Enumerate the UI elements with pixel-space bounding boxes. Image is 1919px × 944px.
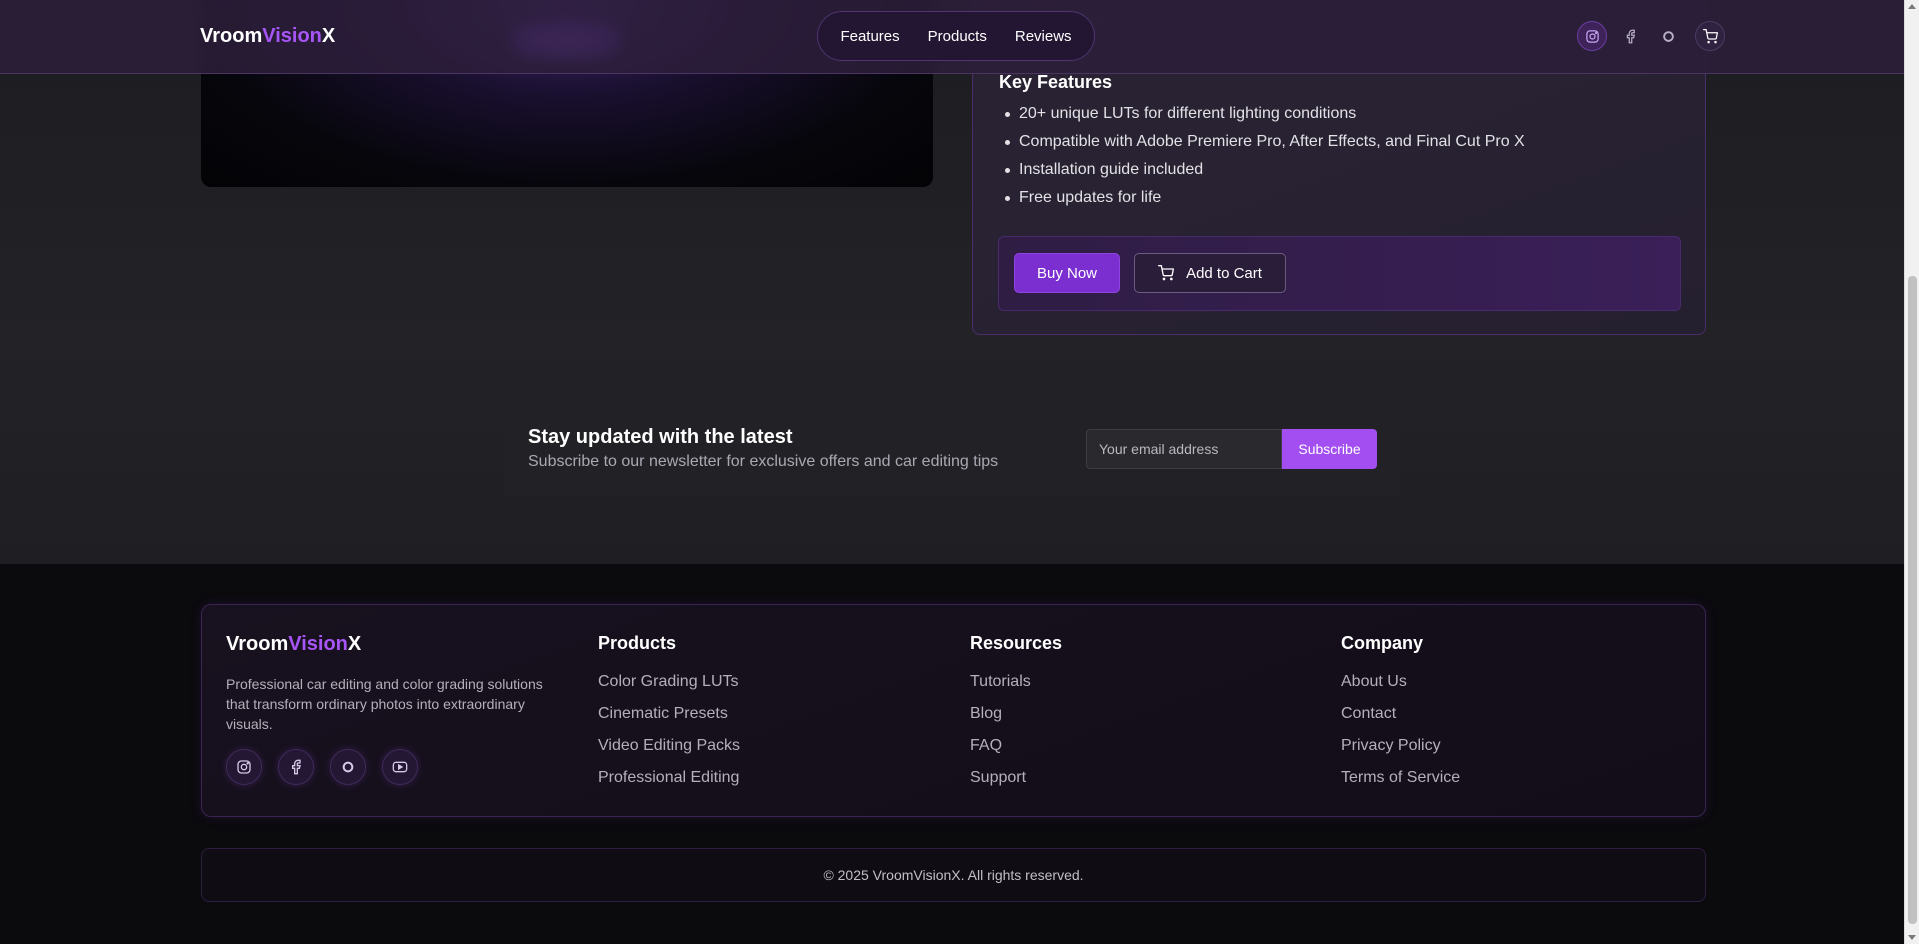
copyright-text: © 2025 VroomVisionX. All rights reserved… [823, 867, 1084, 883]
newsletter-section: Stay updated with the latest Subscribe t… [504, 400, 1400, 497]
footer-description: Professional car editing and color gradi… [226, 676, 543, 732]
footer-logo[interactable]: VroomVisionX [226, 633, 361, 656]
buy-now-button[interactable]: Buy Now [1014, 253, 1120, 293]
email-input[interactable] [1086, 429, 1282, 469]
footer-social-links [226, 749, 418, 785]
footer-link[interactable]: Cinematic Presets [598, 704, 740, 736]
youtube-icon[interactable] [382, 749, 418, 785]
key-features-list: 20+ unique LUTs for different lighting c… [999, 104, 1525, 216]
facebook-icon[interactable] [278, 749, 314, 785]
feature-item: Compatible with Adobe Premiere Pro, Afte… [999, 132, 1525, 160]
scroll-up-arrow-icon[interactable] [1908, 4, 1916, 9]
footer-column-title: Products [598, 633, 677, 653]
footer-link[interactable]: Privacy Policy [1341, 736, 1460, 768]
logo-part-x: X [321, 25, 336, 47]
newsletter-subtitle: Subscribe to our newsletter for exclusiv… [528, 453, 999, 470]
feature-item: Installation guide included [999, 160, 1525, 188]
site-logo[interactable]: VroomVisionX [200, 25, 335, 48]
footer-column-title: Resources [970, 633, 1063, 653]
footer-logo-part-vision: Vision [288, 633, 348, 655]
logo-part-vroom: Vroom [200, 25, 263, 47]
header-cart-icon[interactable] [1695, 21, 1725, 51]
footer-link[interactable]: FAQ [970, 736, 1062, 768]
subscribe-button[interactable]: Subscribe [1282, 429, 1377, 469]
header-actions [1577, 21, 1725, 51]
add-to-cart-label: Add to Cart [1186, 264, 1262, 282]
footer-link[interactable]: Professional Editing [598, 768, 740, 800]
site-header: VroomVisionX Features Products Reviews [0, 0, 1904, 74]
purchase-actions: Buy Now Add to Cart [998, 236, 1681, 311]
footer-link[interactable]: About Us [1341, 672, 1460, 704]
footer-column-title: Company [1341, 633, 1424, 653]
footer-column-products: Products Color Grading LUTs Cinematic Pr… [598, 633, 740, 800]
footer-link[interactable]: Contact [1341, 704, 1460, 736]
footer-link[interactable]: Support [970, 768, 1062, 800]
footer-logo-part-x: X [347, 633, 362, 655]
nav-features[interactable]: Features [840, 28, 899, 45]
threads-icon[interactable] [330, 749, 366, 785]
footer-column-company: Company About Us Contact Privacy Policy … [1341, 633, 1460, 800]
newsletter-title: Stay updated with the latest [528, 426, 793, 448]
vertical-scrollbar[interactable] [1904, 0, 1919, 944]
site-footer: VroomVisionX Professional car editing an… [0, 564, 1904, 944]
nav-reviews[interactable]: Reviews [1015, 28, 1072, 45]
footer-link[interactable]: Video Editing Packs [598, 736, 740, 768]
footer-column-resources: Resources Tutorials Blog FAQ Support [970, 633, 1062, 800]
footer-link[interactable]: Blog [970, 704, 1062, 736]
threads-icon[interactable] [1653, 21, 1683, 51]
key-features-title: Key Features [999, 72, 1113, 92]
facebook-icon[interactable] [1615, 21, 1645, 51]
scroll-down-arrow-icon[interactable] [1908, 935, 1916, 940]
nav-products[interactable]: Products [928, 28, 987, 45]
footer-link[interactable]: Color Grading LUTs [598, 672, 740, 704]
copyright-bar: © 2025 VroomVisionX. All rights reserved… [201, 848, 1706, 902]
feature-item: Free updates for life [999, 188, 1525, 216]
product-section: Key Features 20+ unique LUTs for differe… [0, 0, 1904, 564]
main-nav: Features Products Reviews [817, 11, 1095, 61]
footer-logo-part-vroom: Vroom [226, 633, 289, 655]
feature-item: 20+ unique LUTs for different lighting c… [999, 104, 1525, 132]
add-to-cart-button[interactable]: Add to Cart [1134, 253, 1286, 293]
instagram-icon[interactable] [226, 749, 262, 785]
instagram-icon[interactable] [1577, 21, 1607, 51]
footer-link[interactable]: Terms of Service [1341, 768, 1460, 800]
page: Key Features 20+ unique LUTs for differe… [0, 0, 1904, 944]
cart-icon [1158, 265, 1175, 281]
footer-link[interactable]: Tutorials [970, 672, 1062, 704]
footer-card: VroomVisionX Professional car editing an… [201, 604, 1706, 817]
scrollbar-thumb[interactable] [1908, 276, 1917, 924]
logo-part-vision: Vision [262, 25, 322, 47]
